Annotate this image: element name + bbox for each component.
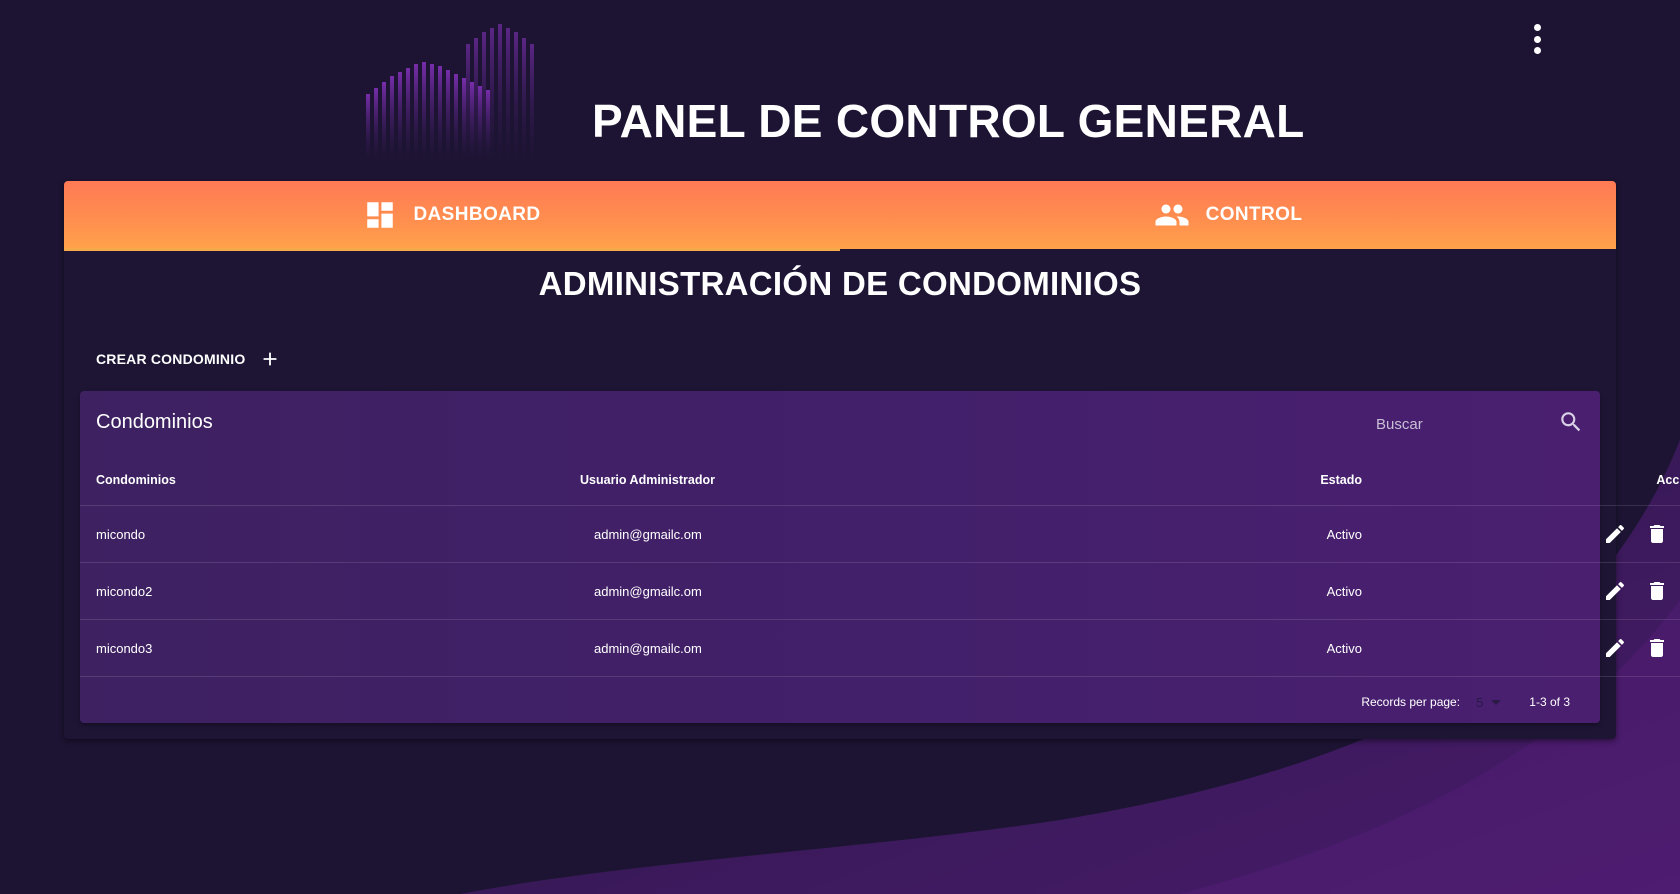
records-per-page-select[interactable]: 5	[1476, 694, 1502, 710]
section-title: ADMINISTRACIÓN DE CONDOMINIOS	[538, 265, 1142, 302]
dashboard-icon	[367, 202, 394, 228]
plus-icon	[264, 352, 277, 366]
cell-admin-email: admin@gmailc.om	[564, 619, 1048, 677]
delete-button[interactable]	[1644, 635, 1670, 661]
tab-control[interactable]: CONTROL	[840, 181, 1616, 249]
tab-dashboard-label: DASHBOARD	[413, 204, 541, 225]
cell-condominio-name: micondo	[80, 505, 564, 563]
edit-button[interactable]	[1602, 635, 1628, 661]
cell-admin-email: admin@gmailc.om	[564, 505, 1048, 563]
tab-bar: DASHBOARD CONTROL	[64, 181, 1616, 251]
create-condominio-button[interactable]: CREAR CONDOMINIO	[88, 339, 289, 379]
column-header-estado[interactable]: Estado	[1048, 455, 1378, 506]
delete-icon	[1650, 525, 1664, 543]
column-header-usuario-administrador[interactable]: Usuario Administrador	[564, 455, 1048, 506]
create-button-label: CREAR CONDOMINIO	[96, 351, 246, 367]
delete-button[interactable]	[1644, 521, 1670, 547]
more-vert-icon[interactable]	[1530, 24, 1544, 54]
table-row: micondo admin@gmailc.om Activo	[80, 505, 1680, 563]
people-icon	[1155, 204, 1189, 226]
tab-control-label: CONTROL	[1205, 204, 1303, 225]
cell-condominio-name: micondo3	[80, 619, 564, 677]
cell-condominio-name: micondo2	[80, 562, 564, 620]
cell-state: Activo	[1048, 505, 1378, 563]
building-bars-logo	[366, 24, 534, 160]
cell-state: Activo	[1048, 619, 1378, 677]
page-title: PANEL DE CONTROL GENERAL	[592, 95, 1305, 147]
tab-dashboard[interactable]: DASHBOARD	[64, 181, 840, 249]
table-row: micondo3 admin@gmailc.om Activo	[80, 619, 1680, 677]
records-per-page-label: Records per page:	[1361, 695, 1461, 709]
tab-indicator	[64, 248, 840, 251]
column-header-acciones: Acciones	[1378, 455, 1680, 506]
cell-admin-email: admin@gmailc.om	[564, 562, 1048, 620]
edit-button[interactable]	[1602, 578, 1628, 604]
main-card: DASHBOARD CONTROL ADMINISTRACIÓN DE COND…	[64, 181, 1680, 739]
condominios-table: Condominios Usuario Administrador Estado…	[80, 455, 1680, 677]
search-box	[1374, 409, 1584, 439]
records-per-page-value: 5	[1476, 694, 1484, 710]
delete-icon	[1650, 582, 1664, 600]
table-header-row: Condominios Usuario Administrador Estado…	[80, 455, 1680, 506]
cell-actions	[1378, 505, 1680, 563]
table-row: micondo2 admin@gmailc.om Activo	[80, 562, 1680, 620]
cell-actions	[1378, 619, 1680, 677]
delete-icon	[1650, 639, 1664, 657]
delete-button[interactable]	[1644, 578, 1670, 604]
pagination-range: 1-3 of 3	[1529, 695, 1570, 709]
cell-state: Activo	[1048, 562, 1378, 620]
page: PANEL DE CONTROL GENERAL DASHBOARD CONTR…	[0, 0, 1680, 894]
caret-down-icon	[1491, 699, 1502, 705]
condominios-table-panel: Condominios Condominios Usuario Administ…	[80, 391, 1680, 723]
table-toolbar: Condominios	[80, 391, 1600, 455]
column-header-condominios[interactable]: Condominios	[80, 455, 564, 506]
search-icon[interactable]	[1558, 409, 1584, 435]
edit-icon	[1606, 581, 1625, 600]
edit-button[interactable]	[1602, 521, 1628, 547]
table-pagination: Records per page: 5 1-3 of 3	[80, 677, 1600, 727]
table-title: Condominios	[96, 411, 213, 433]
edit-icon	[1606, 638, 1625, 657]
edit-icon	[1606, 524, 1625, 543]
search-input[interactable]	[1374, 409, 1558, 439]
cell-actions	[1378, 562, 1680, 620]
